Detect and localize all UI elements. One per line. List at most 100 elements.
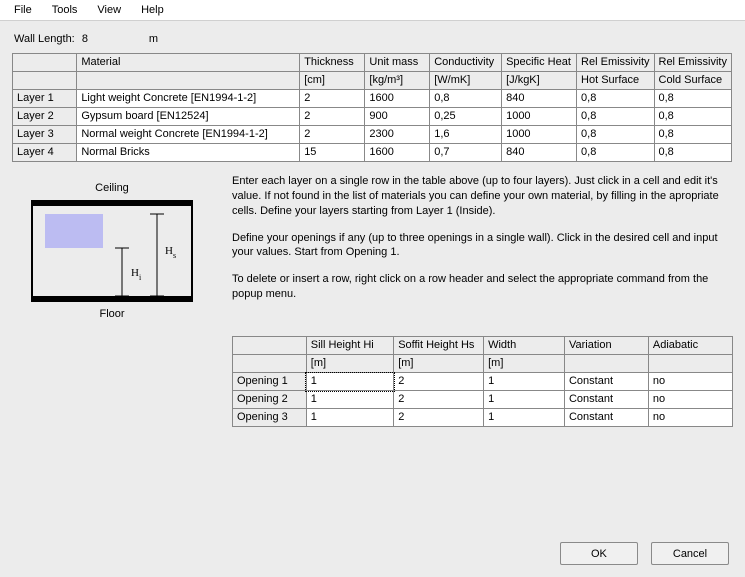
cell-width[interactable]: 1	[484, 391, 565, 409]
openings-sub-0	[233, 355, 307, 373]
cell-thickness[interactable]: 2	[300, 126, 365, 144]
cell-adiabatic[interactable]: no	[648, 409, 732, 427]
cell-soffit[interactable]: 2	[394, 391, 484, 409]
cell-thickness[interactable]: 15	[300, 144, 365, 162]
cell-emis-hot[interactable]: 0,8	[577, 90, 654, 108]
table-row: Layer 3 Normal weight Concrete [EN1994-1…	[13, 126, 732, 144]
cell-conductivity[interactable]: 1,6	[430, 126, 502, 144]
cell-emis-cold[interactable]: 0,8	[654, 126, 732, 144]
layer-row-header[interactable]: Layer 2	[13, 108, 77, 126]
cancel-button[interactable]: Cancel	[651, 542, 729, 565]
cell-thickness[interactable]: 2	[300, 90, 365, 108]
cell-sill[interactable]: 1	[306, 409, 393, 427]
menu-view[interactable]: View	[87, 2, 131, 18]
cell-material[interactable]: Normal Bricks	[77, 144, 300, 162]
layers-sub-6: Hot Surface	[577, 72, 654, 90]
layers-sub-0	[13, 72, 77, 90]
table-row: Layer 1 Light weight Concrete [EN1994-1-…	[13, 90, 732, 108]
cell-specheat[interactable]: 840	[502, 90, 577, 108]
cell-unitmass[interactable]: 900	[365, 108, 430, 126]
cell-emis-hot[interactable]: 0,8	[577, 144, 654, 162]
cell-unitmass[interactable]: 1600	[365, 90, 430, 108]
cell-adiabatic[interactable]: no	[648, 391, 732, 409]
opening-row-header[interactable]: Opening 3	[233, 409, 307, 427]
wall-length-row: Wall Length: 8 m	[0, 21, 745, 49]
wall-length-unit: m	[149, 33, 158, 45]
diagram-label-floor: Floor	[12, 306, 212, 322]
openings-sub-2: [m]	[394, 355, 484, 373]
openings-sub-4	[564, 355, 648, 373]
instruction-p1: Enter each layer on a single row in the …	[232, 174, 723, 219]
wall-diagram-panel: Ceiling H i H s	[12, 180, 212, 322]
openings-h-soffit: Soffit Height Hs	[394, 337, 484, 355]
cell-material[interactable]: Light weight Concrete [EN1994-1-2]	[77, 90, 300, 108]
wall-length-value[interactable]: 8	[82, 33, 142, 45]
layers-sub-4: [W/mK]	[430, 72, 502, 90]
layers-h-material: Material	[77, 54, 300, 72]
cell-emis-hot[interactable]: 0,8	[577, 108, 654, 126]
openings-h-width: Width	[484, 337, 565, 355]
table-row: Layer 4 Normal Bricks 15 1600 0,7 840 0,…	[13, 144, 732, 162]
svg-text:s: s	[173, 251, 176, 260]
cell-width[interactable]: 1	[484, 373, 565, 391]
openings-sub-5	[648, 355, 732, 373]
layers-sub-2: [cm]	[300, 72, 365, 90]
svg-text:H: H	[131, 267, 139, 279]
layers-h-unitmass: Unit mass	[365, 54, 430, 72]
layer-row-header[interactable]: Layer 4	[13, 144, 77, 162]
cell-variation[interactable]: Constant	[564, 409, 648, 427]
layers-table: Material Thickness Unit mass Conductivit…	[12, 53, 732, 162]
cell-sill[interactable]: 1	[306, 391, 393, 409]
cell-emis-cold[interactable]: 0,8	[654, 108, 732, 126]
cell-soffit[interactable]: 2	[394, 409, 484, 427]
cell-soffit[interactable]: 2	[394, 373, 484, 391]
opening-row-header[interactable]: Opening 1	[233, 373, 307, 391]
layers-h-emis-cold: Rel Emissivity	[654, 54, 732, 72]
cell-conductivity[interactable]: 0,25	[430, 108, 502, 126]
cell-thickness[interactable]: 2	[300, 108, 365, 126]
instructions-text: Enter each layer on a single row in the …	[212, 174, 733, 322]
dialog-buttons: OK Cancel	[550, 542, 729, 565]
menu-help[interactable]: Help	[131, 2, 174, 18]
cell-unitmass[interactable]: 2300	[365, 126, 430, 144]
layers-h-thickness: Thickness	[300, 54, 365, 72]
openings-sub-3: [m]	[484, 355, 565, 373]
openings-h-variation: Variation	[564, 337, 648, 355]
layers-sub-1	[77, 72, 300, 90]
table-row: Opening 3 1 2 1 Constant no	[233, 409, 733, 427]
cell-variation[interactable]: Constant	[564, 391, 648, 409]
layers-sub-7: Cold Surface	[654, 72, 732, 90]
cell-specheat[interactable]: 840	[502, 144, 577, 162]
opening-row-header[interactable]: Opening 2	[233, 391, 307, 409]
openings-corner	[233, 337, 307, 355]
layers-h-specheat: Specific Heat	[502, 54, 577, 72]
cell-emis-cold[interactable]: 0,8	[654, 144, 732, 162]
cell-variation[interactable]: Constant	[564, 373, 648, 391]
cell-sill[interactable]: 1	[306, 373, 393, 391]
cell-specheat[interactable]: 1000	[502, 108, 577, 126]
layers-sub-5: [J/kgK]	[502, 72, 577, 90]
menu-file[interactable]: File	[4, 2, 42, 18]
wall-diagram-icon: H i H s	[27, 196, 197, 306]
openings-sub-1: [m]	[306, 355, 393, 373]
layer-row-header[interactable]: Layer 3	[13, 126, 77, 144]
menubar: File Tools View Help	[0, 0, 745, 21]
table-row: Opening 1 1 2 1 Constant no	[233, 373, 733, 391]
openings-h-sill: Sill Height Hi	[306, 337, 393, 355]
ok-button[interactable]: OK	[560, 542, 638, 565]
layer-row-header[interactable]: Layer 1	[13, 90, 77, 108]
cell-emis-cold[interactable]: 0,8	[654, 90, 732, 108]
cell-specheat[interactable]: 1000	[502, 126, 577, 144]
cell-adiabatic[interactable]: no	[648, 373, 732, 391]
cell-width[interactable]: 1	[484, 409, 565, 427]
layers-corner	[13, 54, 77, 72]
menu-tools[interactable]: Tools	[42, 2, 88, 18]
table-row: Layer 2 Gypsum board [EN12524] 2 900 0,2…	[13, 108, 732, 126]
cell-conductivity[interactable]: 0,8	[430, 90, 502, 108]
cell-conductivity[interactable]: 0,7	[430, 144, 502, 162]
cell-material[interactable]: Gypsum board [EN12524]	[77, 108, 300, 126]
cell-material[interactable]: Normal weight Concrete [EN1994-1-2]	[77, 126, 300, 144]
cell-emis-hot[interactable]: 0,8	[577, 126, 654, 144]
dialog-window: File Tools View Help Wall Length: 8 m Ma…	[0, 0, 745, 577]
cell-unitmass[interactable]: 1600	[365, 144, 430, 162]
